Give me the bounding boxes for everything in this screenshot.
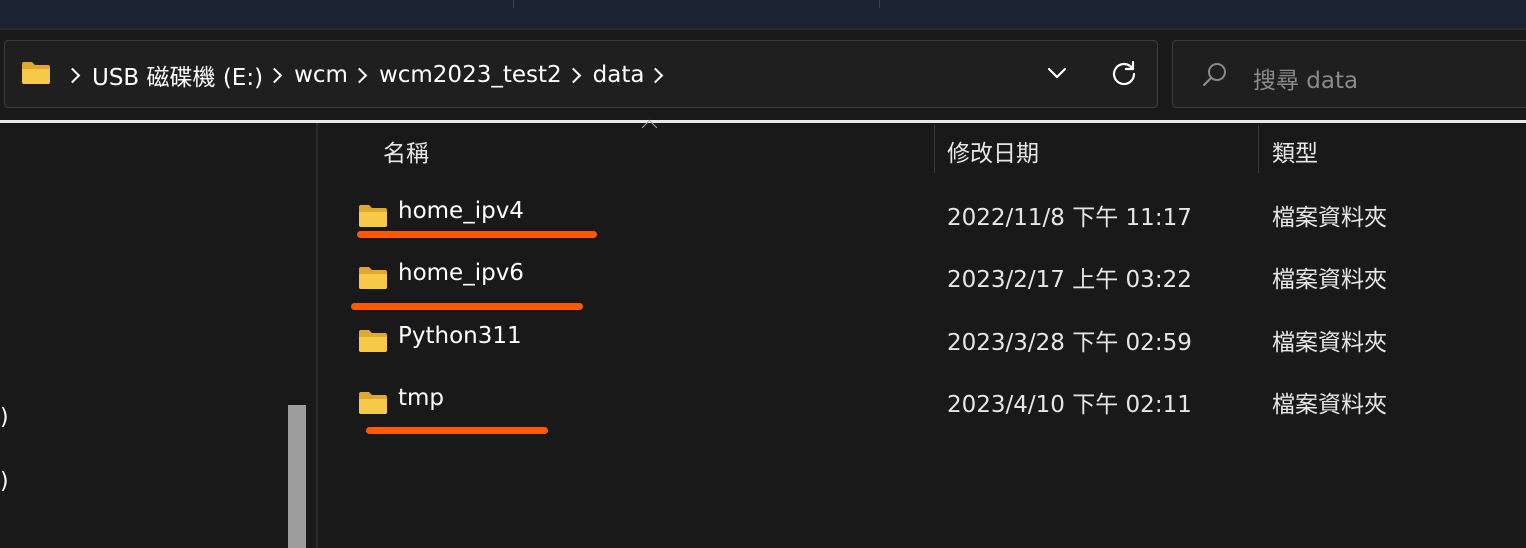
file-date: 2023/4/10 下午 02:11 — [947, 392, 1192, 418]
folder-icon — [359, 267, 387, 289]
chevron-right-icon — [64, 67, 81, 83]
refresh-icon[interactable] — [1109, 59, 1139, 89]
file-type: 檔案資料夾 — [1272, 205, 1387, 231]
column-header-date[interactable]: 修改日期 — [947, 134, 1039, 168]
breadcrumb-item-wcm[interactable]: wcm — [294, 62, 348, 88]
tab-strip-border — [0, 28, 1526, 30]
annotation-underline — [357, 231, 597, 238]
folder-icon — [359, 205, 387, 227]
file-type: 檔案資料夾 — [1272, 392, 1387, 418]
breadcrumb-item-drive[interactable]: USB 磁碟機 (E:) — [92, 58, 263, 92]
breadcrumb-item-data[interactable]: data — [593, 62, 645, 88]
chevron-right-icon[interactable] — [648, 67, 664, 83]
file-row-tmp[interactable]: tmp 2023/4/10 下午 02:11 檔案資料夾 — [330, 371, 1526, 431]
chevron-right-icon[interactable] — [266, 67, 283, 83]
search-icon — [1202, 63, 1226, 87]
file-type: 檔案資料夾 — [1272, 267, 1387, 293]
tab-separator — [879, 0, 880, 8]
file-date: 2023/3/28 下午 02:59 — [947, 330, 1192, 356]
annotation-underline — [366, 427, 548, 434]
address-bar[interactable]: USB 磁碟機 (E:) wcm wcm2023_test2 data — [4, 40, 1158, 108]
file-type: 檔案資料夾 — [1272, 330, 1387, 356]
column-separator[interactable] — [1258, 125, 1259, 173]
nav-scrollbar[interactable] — [288, 405, 306, 548]
breadcrumb: USB 磁碟機 (E:) wcm wcm2023_test2 data — [61, 41, 675, 109]
file-name[interactable]: tmp — [398, 385, 444, 411]
breadcrumb-item-wcm2023-test2[interactable]: wcm2023_test2 — [379, 62, 562, 88]
search-input[interactable]: 搜尋 data — [1172, 40, 1526, 108]
search-placeholder: 搜尋 data — [1253, 68, 1359, 94]
column-header-name[interactable]: 名稱 — [383, 134, 429, 168]
tab-separator — [513, 0, 514, 8]
nav-item-partial[interactable]: ) — [0, 469, 9, 494]
file-date: 2022/11/8 下午 11:17 — [947, 205, 1192, 231]
navigation-pane[interactable]: ) ) — [0, 123, 316, 548]
chevron-down-icon[interactable] — [1045, 61, 1069, 85]
file-row-home-ipv6[interactable]: home_ipv6 2023/2/17 上午 03:22 檔案資料夾 — [330, 246, 1526, 306]
folder-icon — [22, 62, 50, 84]
chevron-right-icon[interactable] — [351, 67, 368, 83]
nav-item-partial[interactable]: ) — [0, 405, 9, 430]
file-date: 2023/2/17 上午 03:22 — [947, 267, 1192, 293]
file-row-python311[interactable]: Python311 2023/3/28 下午 02:59 檔案資料夾 — [330, 309, 1526, 369]
tab-strip — [0, 0, 1526, 28]
chevron-right-icon[interactable] — [565, 67, 581, 83]
file-name[interactable]: home_ipv4 — [398, 198, 524, 224]
folder-icon — [359, 392, 387, 414]
file-name[interactable]: Python311 — [398, 323, 522, 349]
column-header-type[interactable]: 類型 — [1272, 134, 1318, 168]
file-name[interactable]: home_ipv6 — [398, 260, 524, 286]
folder-icon — [359, 330, 387, 352]
pane-divider[interactable] — [316, 123, 318, 548]
column-separator[interactable] — [934, 125, 935, 173]
